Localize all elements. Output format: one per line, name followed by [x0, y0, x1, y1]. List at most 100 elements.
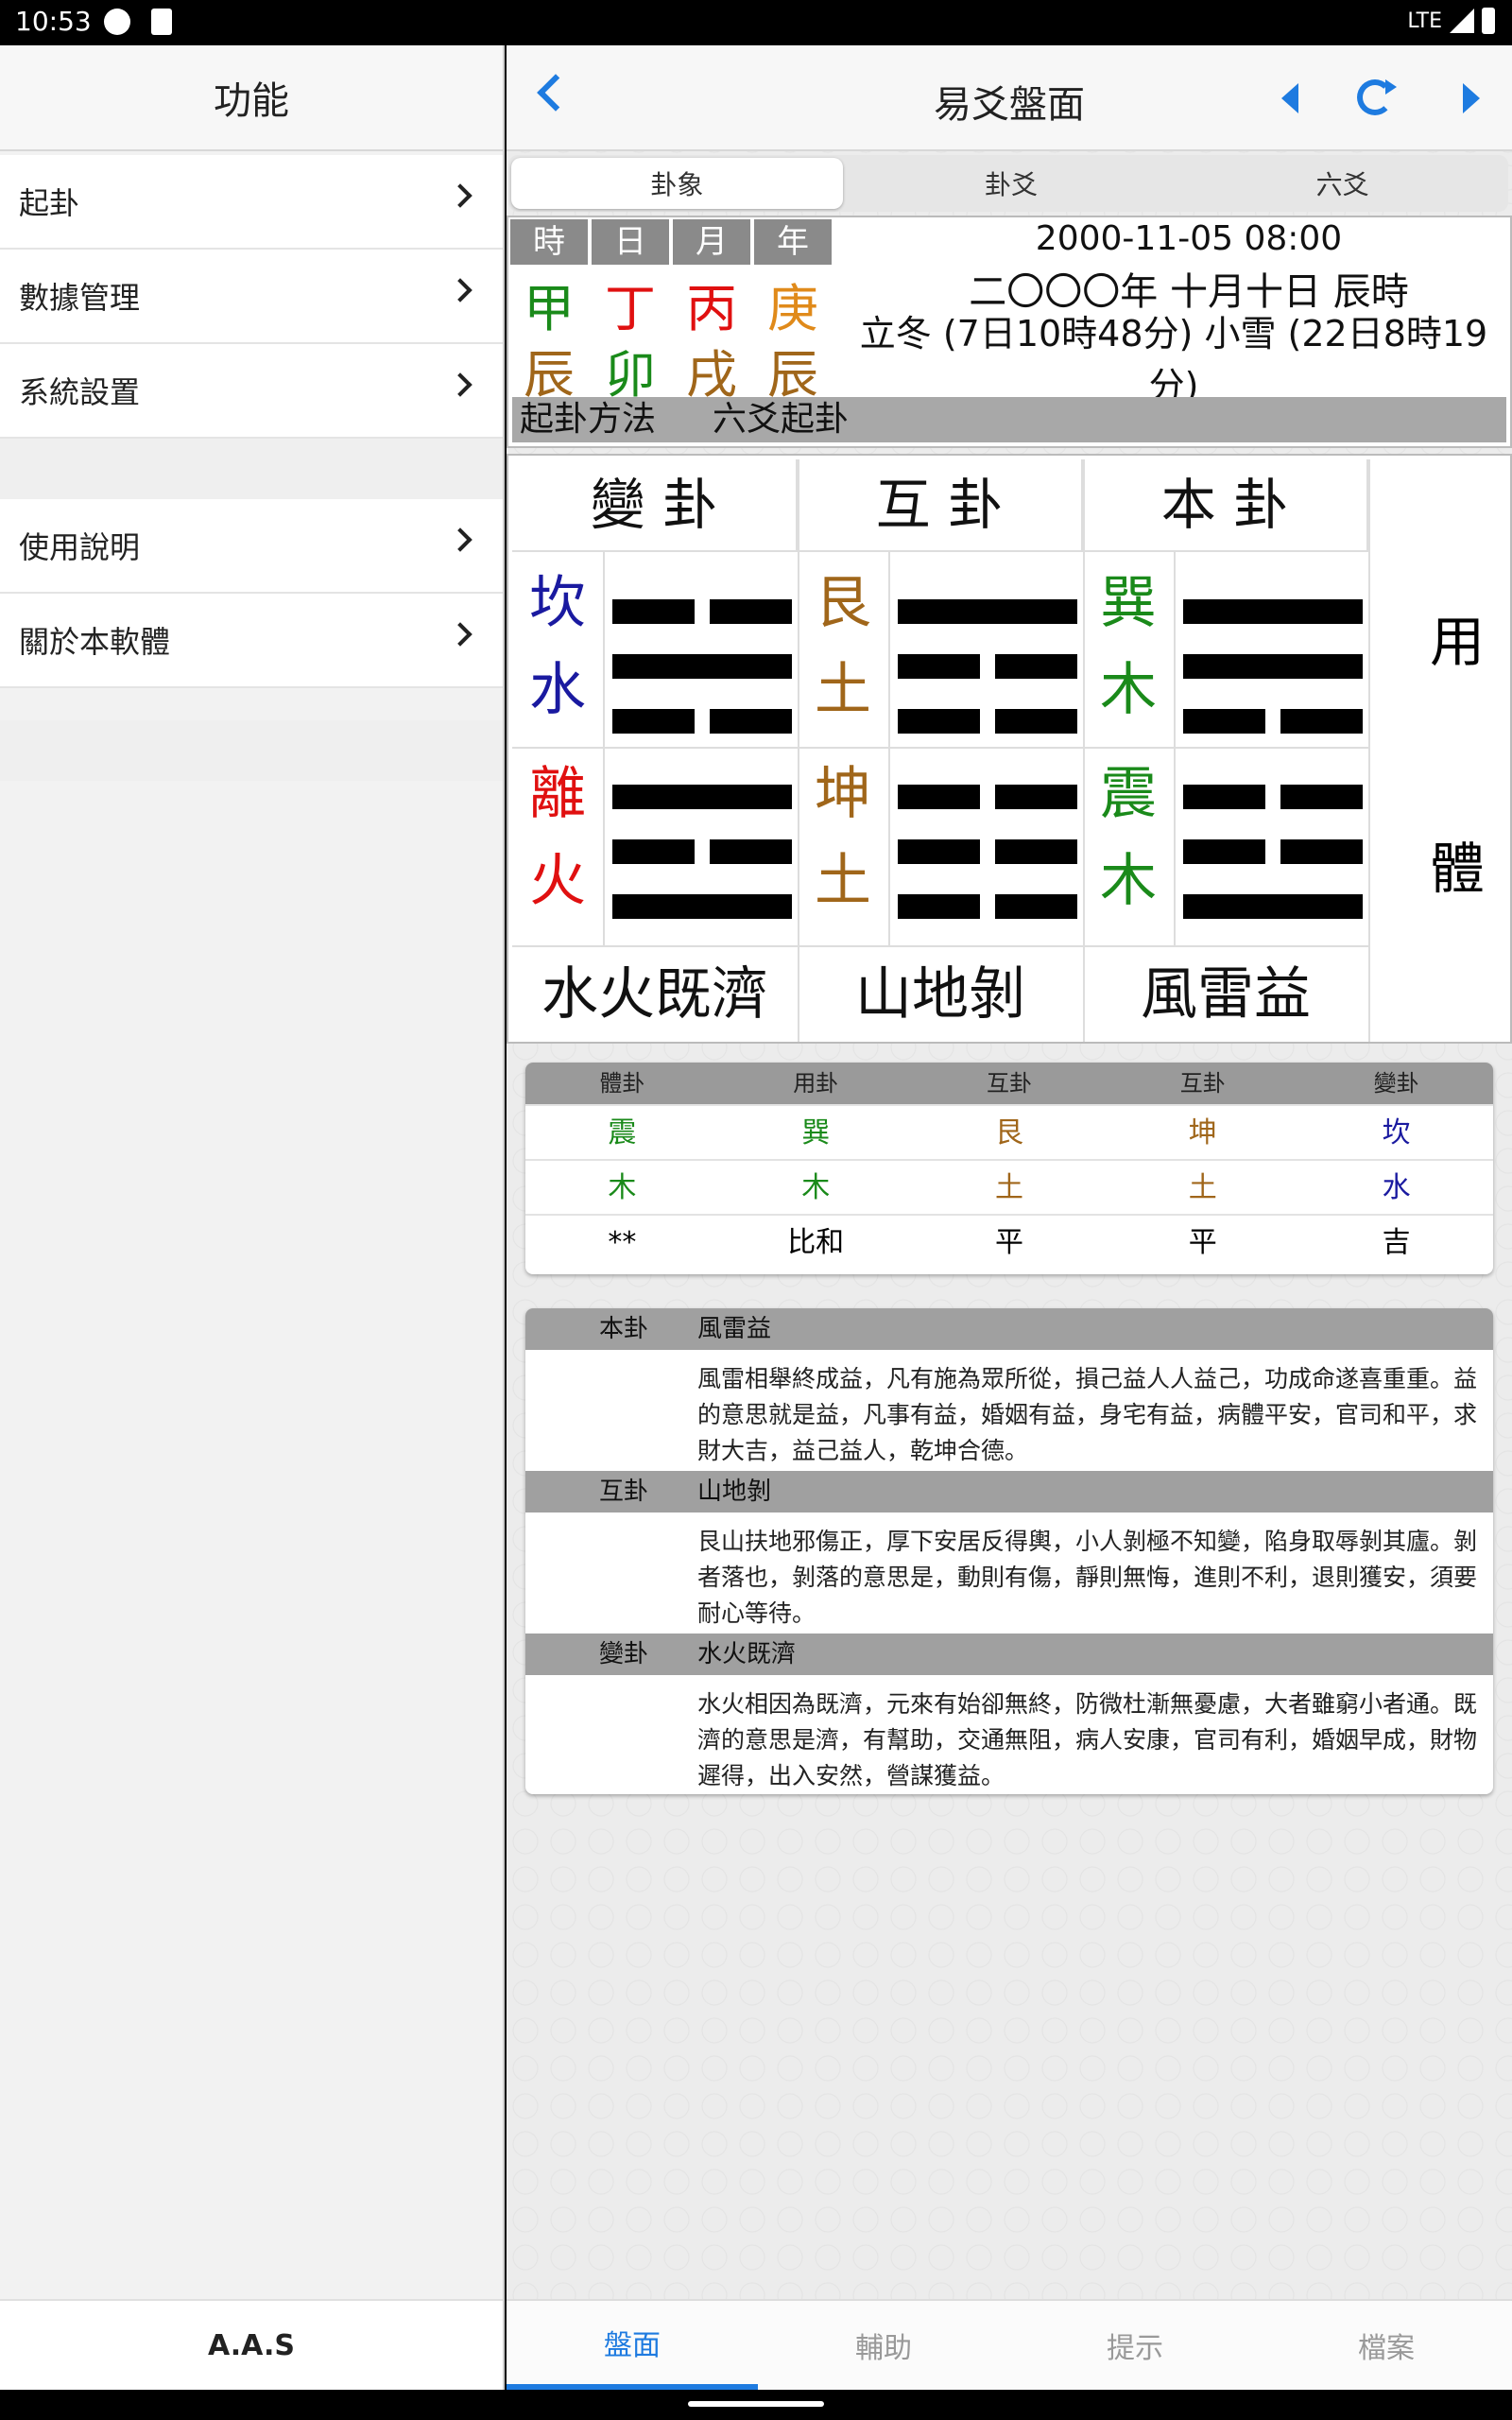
- trigram-char: 巽: [1100, 570, 1157, 636]
- sidebar-item-data[interactable]: 數據管理: [0, 250, 503, 344]
- description-header: 互卦 山地剝: [525, 1471, 1493, 1512]
- pillar-header-year: 年: [754, 219, 832, 265]
- method-row: 起卦方法 六爻起卦: [512, 397, 1506, 442]
- yin-line: [898, 839, 1077, 864]
- header-changed-hexagram: 變 卦: [512, 459, 798, 550]
- description-text: 艮山扶地邪傷正，厚下安居反得輿，小人剝極不知變，陷身取辱剝其廬。剝者落也，剝落的…: [697, 1528, 1478, 1627]
- sidebar-item-divination[interactable]: 起卦: [0, 155, 503, 250]
- status-time: 10:53: [15, 6, 92, 37]
- status-bar: 10:53 LTE: [0, 0, 1512, 45]
- table-row: 震 巽 艮 坤 坎: [525, 1104, 1493, 1159]
- trigram-char: 離: [529, 761, 586, 827]
- trigram-char: 艮: [815, 570, 871, 636]
- trigram-cell: 坎: [1382, 1116, 1411, 1150]
- result-cell: 平: [1188, 1226, 1217, 1259]
- relation-header-cell: 用卦: [793, 1070, 839, 1097]
- chevron-right-icon: [448, 278, 472, 302]
- description-name: 山地剝: [697, 1478, 772, 1506]
- description-header: 變卦 水火既濟: [525, 1634, 1493, 1675]
- yin-line: [898, 785, 1077, 809]
- trigram-char: 震: [1100, 761, 1157, 827]
- relation-header-cell: 互卦: [986, 1070, 1032, 1097]
- yin-line: [612, 599, 792, 624]
- divider: [512, 747, 1368, 749]
- sidebar-item-settings[interactable]: 系統設置: [0, 344, 503, 439]
- relation-header-cell: 互卦: [1179, 1070, 1226, 1097]
- sidebar-item-help[interactable]: 使用說明: [0, 499, 503, 594]
- tab-hints[interactable]: 提示: [1009, 2301, 1261, 2390]
- description-key: 互卦: [599, 1478, 649, 1506]
- pillar-header-day: 日: [592, 219, 669, 265]
- next-icon[interactable]: [1463, 83, 1480, 113]
- relation-header: 體卦 用卦 互卦 互卦 變卦: [525, 1063, 1493, 1104]
- result-cell: 吉: [1382, 1226, 1411, 1259]
- trigram-char: 坤: [815, 761, 871, 827]
- header-mutual-hexagram: 互 卦: [798, 459, 1083, 550]
- hexagram-name: 水火既濟: [541, 961, 768, 1028]
- divider: [603, 550, 605, 945]
- hexagram-name: 山地剝: [855, 961, 1025, 1028]
- yang-line: [612, 785, 792, 809]
- description-header: 本卦 風雷益: [525, 1308, 1493, 1350]
- relation-table: 體卦 用卦 互卦 互卦 變卦 震 巽 艮 坤 坎 木 木 土 土 水 ** 比和…: [525, 1063, 1493, 1274]
- sidebar-footer: A.A.S: [0, 2299, 503, 2390]
- header-original-hexagram: 本 卦: [1083, 459, 1368, 550]
- yang-line: [1183, 894, 1363, 919]
- sidebar-item-label: 關於本軟體: [19, 624, 171, 660]
- divider: [888, 550, 890, 945]
- relation-header-cell: 體卦: [599, 1070, 645, 1097]
- yang-line: [1183, 654, 1363, 679]
- method-value: 六爻起卦: [713, 400, 850, 439]
- pillar-stem: 丁: [605, 279, 656, 338]
- trigram-element: 水: [529, 657, 586, 723]
- yin-line: [612, 839, 792, 864]
- description-text: 風雷相舉終成益，凡有施為眾所從，損己益人人益己，功成命遂喜重重。益的意思就是益，…: [697, 1365, 1478, 1464]
- sidebar-item-about[interactable]: 關於本軟體: [0, 594, 503, 688]
- home-gesture-handle[interactable]: [688, 2401, 824, 2407]
- trigram-cell: 震: [608, 1116, 637, 1150]
- pillar-header-hour: 時: [510, 219, 588, 265]
- yang-line: [1183, 599, 1363, 624]
- table-row: 木 木 土 土 水: [525, 1159, 1493, 1214]
- notification-icon: [104, 9, 130, 35]
- description-text: 水火相因為既濟，元來有始卻無終，防微杜漸無憂慮，大者雖窮小者通。既濟的意思是濟，…: [697, 1690, 1478, 1789]
- element-cell: 木: [608, 1171, 637, 1204]
- tab-assist[interactable]: 輔助: [758, 2301, 1009, 2390]
- segmented-control: 卦象 卦爻 六爻: [508, 155, 1508, 212]
- previous-icon[interactable]: [1281, 83, 1298, 113]
- element-cell: 木: [801, 1171, 831, 1204]
- chevron-right-icon: [448, 527, 472, 552]
- tab-board[interactable]: 盤面: [507, 2301, 758, 2390]
- element-cell: 土: [994, 1171, 1023, 1204]
- trigram-cell: 巽: [801, 1116, 831, 1150]
- yin-line: [898, 709, 1077, 734]
- result-cell: **: [608, 1226, 637, 1259]
- pillar-stem: 庚: [767, 279, 818, 338]
- result-cell: 平: [994, 1226, 1023, 1259]
- yin-line: [898, 894, 1077, 919]
- sd-card-icon: [151, 9, 172, 35]
- top-bar: 易爻盤面: [507, 45, 1512, 151]
- description-name: 風雷益: [697, 1315, 772, 1343]
- main-panel: 易爻盤面 卦象 卦爻 六爻 時 日 月 年 甲 丁 丙 庚 辰 卯 戌 辰 20…: [507, 45, 1512, 2390]
- chevron-right-icon: [448, 372, 472, 397]
- tab-six-lines[interactable]: 六爻: [1177, 155, 1508, 212]
- body-label: 體: [1429, 837, 1485, 901]
- bottom-tab-bar: 盤面 輔助 提示 檔案: [507, 2299, 1512, 2390]
- description-key: 變卦: [599, 1640, 649, 1668]
- divider: [1174, 550, 1176, 945]
- tab-files[interactable]: 檔案: [1261, 2301, 1512, 2390]
- trigram-element: 木: [1100, 848, 1157, 914]
- yang-line: [898, 599, 1077, 624]
- sidebar-divider: [0, 439, 503, 499]
- chart-info-panel: 時 日 月 年 甲 丁 丙 庚 辰 卯 戌 辰 2000-11-05 08:00…: [507, 216, 1512, 448]
- navigation-bar: [0, 2390, 1512, 2420]
- battery-icon: [1482, 8, 1495, 34]
- tab-lines[interactable]: 卦爻: [846, 155, 1177, 212]
- solar-date: 2000-11-05 08:00: [1035, 219, 1343, 258]
- tab-hexagram[interactable]: 卦象: [511, 158, 843, 209]
- divider: [512, 550, 1368, 552]
- yin-line: [898, 654, 1077, 679]
- trigram-cell: 艮: [994, 1116, 1023, 1150]
- refresh-icon[interactable]: [1357, 79, 1397, 115]
